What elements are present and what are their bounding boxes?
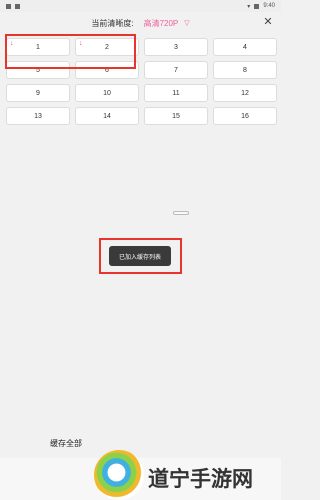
episode-number: 12: [241, 89, 249, 97]
episode-number: 16: [241, 112, 249, 120]
episode-number: 13: [34, 112, 42, 120]
download-arrow-icon: ↓: [79, 40, 83, 47]
battery-icon: [254, 3, 260, 9]
episode-number: 10: [103, 89, 111, 97]
episode-number: 8: [243, 66, 247, 74]
episode-button-2[interactable]: ↓ 2: [75, 38, 139, 56]
toast-message: 已加入缓存列表: [109, 246, 171, 266]
chevron-down-icon[interactable]: ▽: [184, 19, 189, 27]
episode-button-11[interactable]: 11: [144, 84, 208, 102]
signal-icon: [6, 3, 11, 9]
episode-grid: ↓ 1 ↓ 2 3 4 5 6 7 8 9 10 11 12 13 14 15 16: [6, 38, 277, 125]
episode-button-13[interactable]: 13: [6, 107, 70, 125]
episode-button-8[interactable]: 8: [213, 61, 277, 79]
episode-button-12[interactable]: 12: [213, 84, 277, 102]
episode-number: 14: [103, 112, 111, 120]
episode-number: 9: [36, 89, 40, 97]
episode-number: 15: [172, 112, 180, 120]
wifi-icon: ▾: [247, 3, 251, 10]
episode-button-4[interactable]: 4: [213, 38, 277, 56]
quality-select[interactable]: 高清720P: [144, 18, 179, 29]
episode-number: 1: [36, 43, 40, 51]
status-time: 9:40: [263, 3, 275, 9]
quality-label: 当前清晰度:: [91, 18, 134, 28]
episode-button-9[interactable]: 9: [6, 84, 70, 102]
episode-button-16[interactable]: 16: [213, 107, 277, 125]
episode-button-15[interactable]: 15: [144, 107, 208, 125]
watermark-logo-icon: [94, 450, 144, 500]
episode-button-6[interactable]: 6: [75, 61, 139, 79]
status-bar: ▾ 9:40: [0, 0, 281, 12]
episode-button-1[interactable]: ↓ 1: [6, 38, 70, 56]
episode-number: 4: [243, 43, 247, 51]
episode-number: 5: [36, 66, 40, 74]
episode-button-5[interactable]: 5: [6, 61, 70, 79]
episode-button-14[interactable]: 14: [75, 107, 139, 125]
scroll-indicator[interactable]: [173, 211, 189, 215]
episode-number: 11: [172, 89, 180, 97]
episode-number: 7: [174, 66, 178, 74]
episode-button-10[interactable]: 10: [75, 84, 139, 102]
episode-button-3[interactable]: 3: [144, 38, 208, 56]
cache-all-button[interactable]: 缓存全部: [50, 438, 82, 449]
episode-number: 2: [105, 43, 109, 51]
quality-header: 当前清晰度: 高清720P ▽: [0, 14, 281, 32]
watermark-text: 道宁手游网: [148, 468, 253, 491]
episode-number: 3: [174, 43, 178, 51]
episode-button-7[interactable]: 7: [144, 61, 208, 79]
app-icon: [15, 3, 20, 9]
close-icon[interactable]: ✕: [261, 14, 275, 30]
episode-number: 6: [105, 66, 109, 74]
download-arrow-icon: ↓: [10, 40, 14, 47]
